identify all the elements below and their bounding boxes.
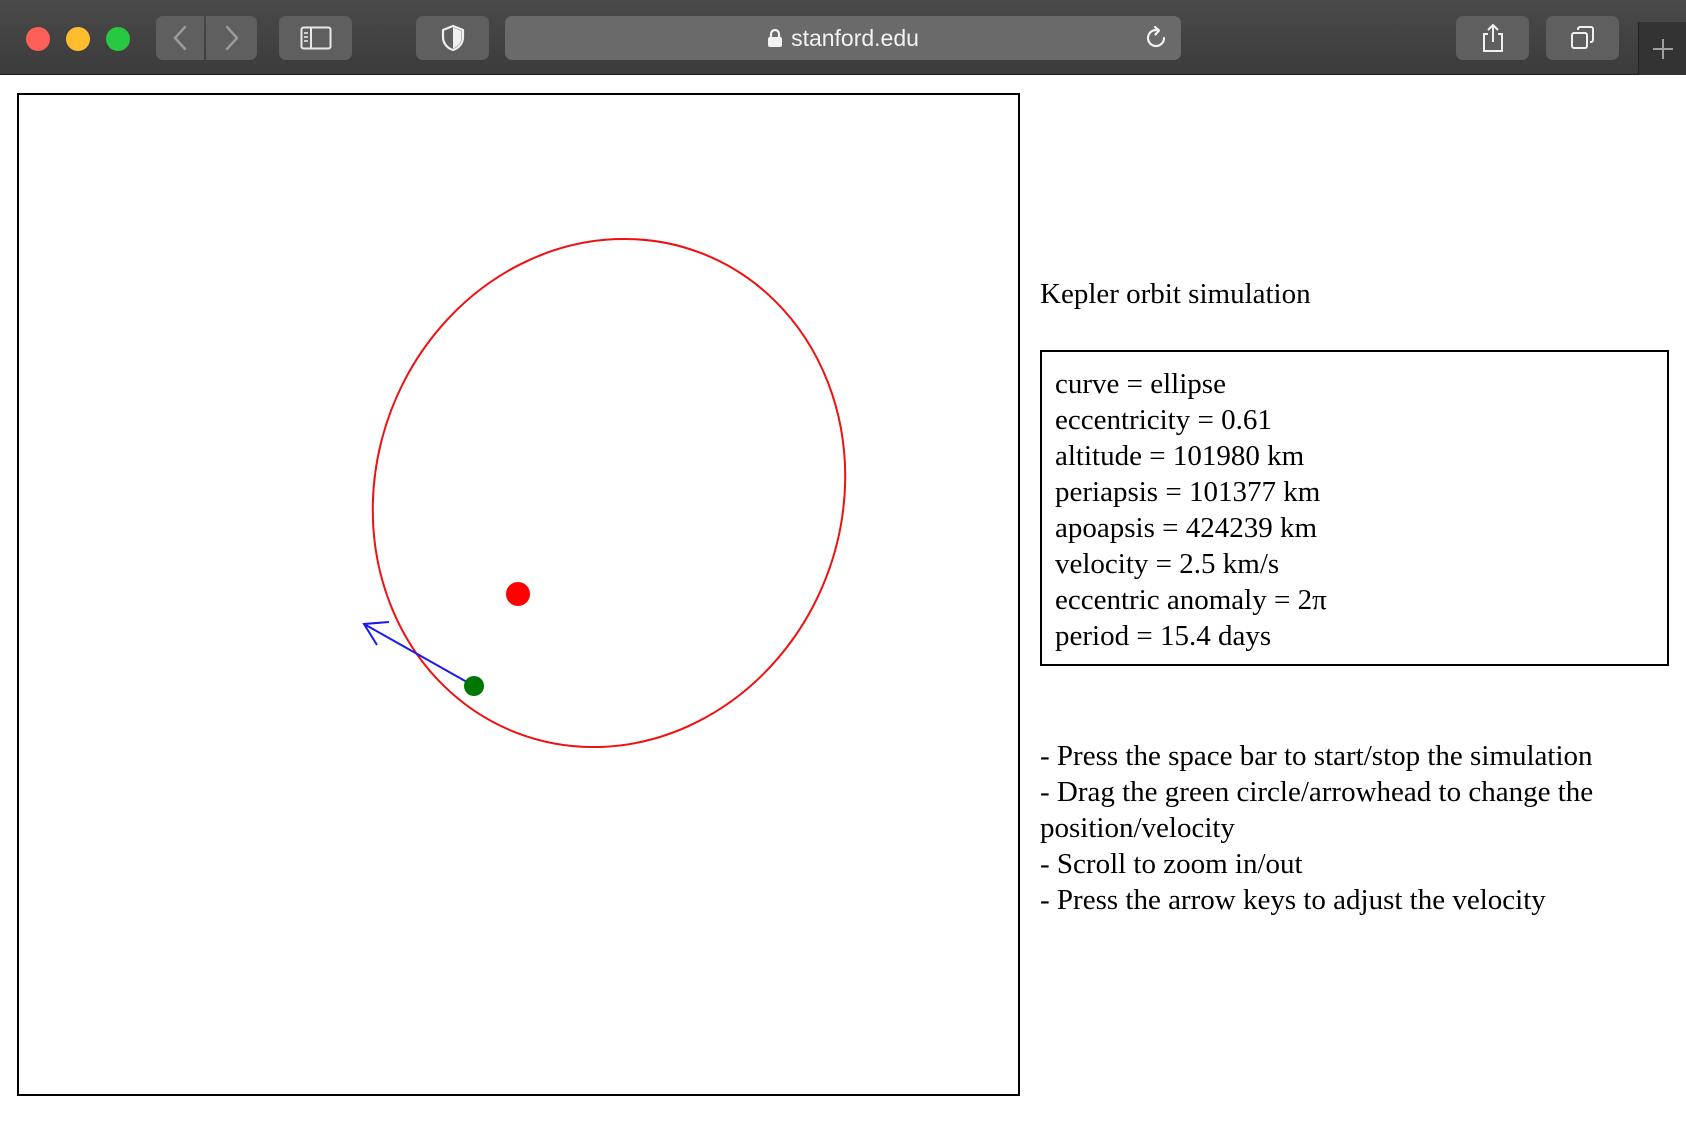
new-tab-button[interactable] <box>1638 22 1686 75</box>
address-url: stanford.edu <box>791 25 919 51</box>
instruction-item: - Drag the green circle/arrowhead to cha… <box>1040 776 1594 844</box>
share-icon <box>1482 24 1503 52</box>
shield-icon <box>441 24 464 52</box>
address-bar[interactable]: stanford.edu <box>505 16 1181 60</box>
sidebar-icon <box>300 26 331 50</box>
forward-icon <box>225 25 238 51</box>
lock-icon <box>768 28 783 47</box>
orbit-ellipse <box>371 237 847 749</box>
info-curve: curve = ellipse <box>1055 368 1226 400</box>
window-maximize-button[interactable] <box>106 27 130 51</box>
window-close-button[interactable] <box>26 27 50 51</box>
tab-overview-button[interactable] <box>1546 16 1619 60</box>
velocity-arrow-shaft <box>363 623 475 687</box>
orbit-diagram <box>362 237 847 749</box>
info-eccentricity: eccentricity = 0.61 <box>1055 404 1272 436</box>
plus-icon <box>1652 38 1673 59</box>
orbit-info-panel: curve = ellipse eccentricity = 0.61 alti… <box>1040 350 1669 666</box>
instruction-item: - Press the arrow keys to adjust the vel… <box>1040 884 1546 916</box>
sidebar-button[interactable] <box>279 16 352 60</box>
reload-icon[interactable] <box>1143 25 1169 51</box>
instructions: - Press the space bar to start/stop the … <box>1040 738 1680 918</box>
info-velocity: velocity = 2.5 km/s <box>1055 548 1280 580</box>
back-icon <box>173 25 187 51</box>
info-periapsis: periapsis = 101377 km <box>1055 476 1321 508</box>
instruction-item: - Scroll to zoom in/out <box>1040 848 1303 880</box>
privacy-report-button[interactable] <box>416 16 489 60</box>
central-body <box>506 582 530 606</box>
info-eccentric-anomaly: eccentric anomaly = 2π <box>1055 584 1327 616</box>
back-button[interactable] <box>156 16 204 60</box>
info-altitude: altitude = 101980 km <box>1055 440 1305 472</box>
tabs-icon <box>1570 26 1594 49</box>
page-title: Kepler orbit simulation <box>1040 278 1311 310</box>
browser-toolbar: stanford.edu <box>0 0 1686 75</box>
share-button[interactable] <box>1456 16 1529 60</box>
forward-button[interactable] <box>206 16 257 60</box>
window-minimize-button[interactable] <box>66 27 90 51</box>
info-apoapsis: apoapsis = 424239 km <box>1055 512 1318 544</box>
satellite[interactable] <box>464 676 484 696</box>
instruction-item: - Press the space bar to start/stop the … <box>1040 740 1593 772</box>
info-period: period = 15.4 days <box>1055 620 1272 652</box>
simulation-canvas[interactable] <box>17 93 1020 1096</box>
